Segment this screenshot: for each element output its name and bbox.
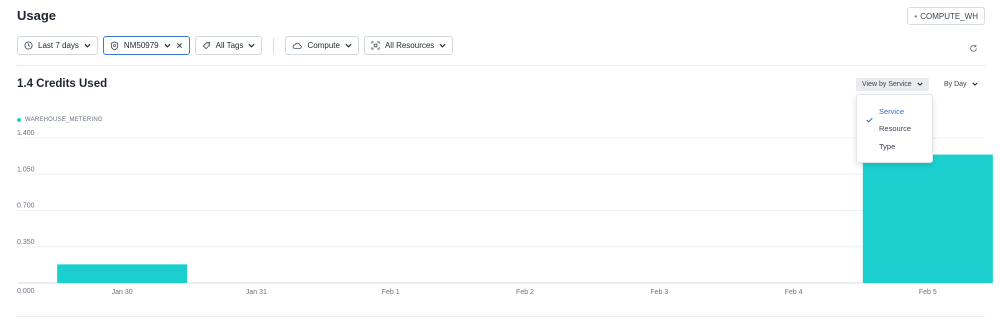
account-filter[interactable]: NM50979	[102, 36, 190, 55]
date-range-label: Last 7 days	[38, 41, 79, 50]
resources-icon	[371, 41, 380, 50]
legend-swatch	[17, 118, 21, 122]
bottom-divider	[17, 316, 985, 317]
credits-title: 1.4 Credits Used	[17, 78, 108, 90]
account-label: NM50979	[123, 41, 159, 50]
filter-bar: Last 7 days NM50979 All Tags Compute All…	[17, 36, 454, 55]
resources-filter[interactable]: All Resources	[363, 36, 454, 55]
tags-label: All Tags	[215, 41, 244, 50]
dropdown-option-service[interactable]: Service	[879, 107, 904, 116]
x-tick-label: Feb 1	[382, 289, 400, 296]
shield-icon	[110, 40, 119, 51]
chevron-down-icon	[248, 43, 256, 48]
bar[interactable]	[862, 154, 993, 283]
x-tick-label: Feb 5	[919, 289, 937, 296]
y-tick-label: 1.050	[17, 166, 35, 173]
y-tick-label: 0.350	[17, 239, 35, 246]
refresh-icon[interactable]	[969, 40, 978, 58]
service-label: Compute	[307, 41, 340, 50]
warehouse-chip[interactable]: • COMPUTE_WH	[907, 7, 985, 25]
bar[interactable]	[57, 264, 188, 283]
chevron-down-icon	[917, 81, 923, 88]
service-filter[interactable]: Compute	[285, 36, 359, 55]
chevron-down-icon	[84, 43, 91, 48]
chevron-down-icon	[164, 43, 171, 48]
granularity-select[interactable]: By Day	[944, 78, 978, 91]
x-tick-label: Jan 31	[246, 289, 267, 296]
check-icon	[866, 110, 873, 128]
x-tick-label: Feb 4	[785, 289, 803, 296]
chevron-down-icon	[345, 43, 352, 48]
tags-filter[interactable]: All Tags	[194, 36, 263, 55]
y-tick-label: 0.000	[17, 288, 35, 295]
y-tick-label: 0.700	[17, 203, 35, 210]
granularity-label: By Day	[944, 81, 967, 88]
chart-legend: WAREHOUSE_METERING	[17, 117, 103, 123]
dropdown-option-type[interactable]: Type	[879, 142, 895, 151]
y-tick-label: 1.400	[17, 130, 35, 137]
dropdown-option-resource[interactable]: Resource	[879, 124, 911, 133]
view-by-label: View by Service	[862, 81, 912, 88]
date-range-filter[interactable]: Last 7 days	[17, 36, 98, 55]
bullet-icon: •	[914, 11, 918, 21]
x-tick-label: Jan 30	[112, 289, 133, 296]
close-icon[interactable]	[176, 42, 183, 49]
resources-label: All Resources	[384, 41, 435, 50]
page-title: Usage	[17, 8, 57, 23]
view-by-dropdown: Service Resource Type	[856, 94, 933, 163]
x-tick-label: Feb 2	[516, 289, 534, 296]
x-tick-label: Feb 3	[650, 289, 668, 296]
chevron-down-icon	[971, 81, 978, 88]
cloud-icon	[292, 42, 303, 50]
filter-separator	[273, 37, 275, 54]
tag-icon	[202, 41, 211, 50]
clock-icon	[24, 41, 33, 50]
legend-label: WAREHOUSE_METERING	[25, 117, 103, 123]
chevron-down-icon	[439, 43, 446, 48]
top-divider	[17, 65, 985, 66]
usage-chart: 0.000 0.350 0.700 1.050 1.400 Jan 30 Jan 31 Feb…	[17, 130, 993, 296]
view-by-select[interactable]: View by Service	[856, 78, 929, 91]
warehouse-chip-label: COMPUTE_WH	[920, 11, 978, 21]
